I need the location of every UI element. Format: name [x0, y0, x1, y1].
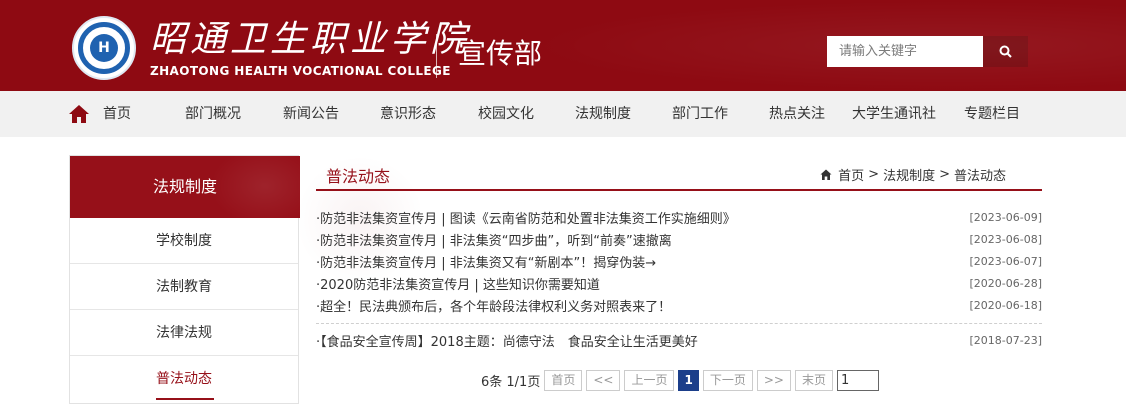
news-title[interactable]: ·防范非法集资宣传月 | 非法集资“四步曲”，听到“前奏”速撤离 — [316, 230, 672, 249]
nav-item-ideology[interactable]: 意识形态 — [380, 91, 436, 137]
sidebar-item-legal-education[interactable]: 法制教育 — [70, 264, 298, 310]
pagination-summary: 6条 1/1页 — [481, 374, 541, 390]
sidebar-item-label: 普法动态 — [156, 371, 212, 387]
news-title[interactable]: ·防范非法集资宣传月 | 非法集资又有“新剧本”！揭穿伪装→ — [316, 252, 656, 271]
pagination: 6条 1/1页 首页 << 上一页 1 下一页 >> 末页 — [481, 369, 879, 391]
nav-item-campus-culture[interactable]: 校园文化 — [478, 91, 534, 137]
nav-item-department-work[interactable]: 部门工作 — [672, 91, 728, 137]
logo-core: H — [90, 34, 118, 62]
news-date: [2023-06-08] — [969, 232, 1042, 246]
news-date: [2018-07-23] — [969, 333, 1042, 347]
goto-page-input[interactable] — [836, 369, 879, 391]
nav-item-special-topics[interactable]: 专题栏目 — [964, 91, 1020, 137]
home-icon — [820, 169, 832, 180]
last-page-button[interactable]: 末页 — [794, 369, 833, 391]
next-jump-button[interactable]: >> — [756, 369, 791, 391]
sidebar-item-label: 学校制度 — [156, 233, 212, 249]
list-divider — [316, 323, 1042, 324]
search-button[interactable] — [983, 36, 1028, 67]
news-item[interactable]: ·【食品安全宣传周】2018主题：尚德守法 食品安全让生活更美好 [2018-0… — [316, 329, 1042, 351]
news-date: [2020-06-28] — [969, 276, 1042, 290]
sidebar: 法规制度 学校制度 法制教育 法律法规 普法动态 — [69, 155, 300, 404]
news-title[interactable]: ·2020防范非法集资宣传月 | 这些知识你需要知道 — [316, 274, 600, 293]
news-item[interactable]: ·防范非法集资宣传月 | 图读《云南省防范和处置非法集资工作实施细则》 [202… — [316, 206, 1042, 228]
news-item[interactable]: ·超全！民法典颁布后，各个年龄段法律权利义务对照表来了！ [2020-06-18… — [316, 294, 1042, 316]
sidebar-item-label: 法制教育 — [156, 279, 212, 295]
college-logo[interactable]: H — [72, 16, 136, 80]
header-divider — [436, 34, 437, 78]
prev-page-button[interactable]: 上一页 — [624, 369, 675, 391]
news-date: [2023-06-07] — [969, 254, 1042, 268]
department-name: 宣传部 — [458, 37, 543, 70]
page-title: 普法动态 — [326, 167, 391, 186]
breadcrumb-regulations[interactable]: 法规制度 — [883, 165, 935, 184]
breadcrumb-separator: > — [939, 167, 950, 182]
breadcrumb-separator: > — [868, 167, 880, 182]
sidebar-item-laws[interactable]: 法律法规 — [70, 310, 298, 356]
site-header: H 昭通卫生职业学院 ZHAOTONG HEALTH VOCATIONAL CO… — [0, 0, 1126, 91]
nav-item-home[interactable]: 首页 — [103, 91, 131, 137]
news-item[interactable]: ·防范非法集资宣传月 | 非法集资又有“新剧本”！揭穿伪装→ [2023-06-… — [316, 250, 1042, 272]
breadcrumb-current[interactable]: 普法动态 — [954, 165, 1006, 184]
college-name-cn: 昭通卫生职业学院 — [150, 19, 471, 60]
sidebar-item-law-news[interactable]: 普法动态 — [70, 356, 298, 402]
news-date: [2023-06-09] — [969, 210, 1042, 224]
news-title[interactable]: ·【食品安全宣传周】2018主题：尚德守法 食品安全让生活更美好 — [316, 331, 698, 350]
nav-item-regulations[interactable]: 法规制度 — [575, 91, 631, 137]
nav-item-news[interactable]: 新闻公告 — [283, 91, 339, 137]
main-nav: 首页 部门概况 新闻公告 意识形态 校园文化 法规制度 部门工作 热点关注 大学… — [0, 91, 1126, 137]
active-underline — [156, 398, 214, 400]
news-item[interactable]: ·2020防范非法集资宣传月 | 这些知识你需要知道 [2020-06-28] — [316, 272, 1042, 294]
nav-item-student-news-agency[interactable]: 大学生通讯社 — [852, 91, 936, 137]
search-input[interactable] — [827, 36, 983, 67]
news-title[interactable]: ·超全！民法典颁布后，各个年龄段法律权利义务对照表来了！ — [316, 296, 671, 315]
news-item[interactable]: ·防范非法集资宣传月 | 非法集资“四步曲”，听到“前奏”速撤离 [2023-0… — [316, 228, 1042, 250]
news-title[interactable]: ·防范非法集资宣传月 | 图读《云南省防范和处置非法集资工作实施细则》 — [316, 208, 736, 227]
search-icon — [999, 45, 1012, 58]
breadcrumb-home[interactable]: 首页 — [838, 165, 864, 184]
sidebar-item-school-rules[interactable]: 学校制度 — [70, 218, 298, 264]
nav-item-department-overview[interactable]: 部门概况 — [185, 91, 241, 137]
nav-item-hot-topics[interactable]: 热点关注 — [769, 91, 825, 137]
breadcrumb: 首页 > 法规制度 > 普法动态 — [820, 165, 1006, 184]
current-page[interactable]: 1 — [678, 369, 699, 391]
next-page-button[interactable]: 下一页 — [702, 369, 753, 391]
first-page-button[interactable]: 首页 — [544, 369, 583, 391]
sidebar-item-label: 法律法规 — [156, 325, 212, 341]
college-name-en: ZHAOTONG HEALTH VOCATIONAL COLLEGE — [150, 64, 451, 78]
news-date: [2020-06-18] — [969, 298, 1042, 312]
title-underline — [316, 189, 1042, 191]
home-icon[interactable] — [68, 104, 90, 124]
sidebar-title: 法规制度 — [70, 156, 300, 218]
prev-jump-button[interactable]: << — [586, 369, 621, 391]
